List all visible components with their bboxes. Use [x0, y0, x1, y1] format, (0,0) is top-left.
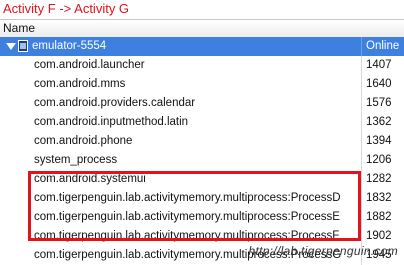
process-row[interactable]: com.android.mms 1640: [0, 75, 404, 94]
process-pid: 1394: [361, 132, 404, 151]
process-pid: 1407: [361, 56, 404, 75]
process-pid: 1206: [361, 151, 404, 170]
process-name: com.android.mms: [34, 78, 126, 90]
disclosure-triangle-icon[interactable]: [6, 43, 16, 50]
process-row[interactable]: com.android.providers.calendar 1576: [0, 94, 404, 113]
process-row[interactable]: com.android.launcher 1407: [0, 56, 404, 75]
process-row[interactable]: system_process 1206: [0, 151, 404, 170]
highlight-box: [28, 171, 361, 241]
process-name: com.android.launcher: [34, 59, 145, 71]
device-row[interactable]: emulator-5554 Online: [0, 37, 404, 56]
device-name: emulator-5554: [32, 40, 107, 52]
process-pid: 1362: [361, 113, 404, 132]
process-pid: 1282: [361, 170, 404, 189]
process-pid: 1640: [361, 75, 404, 94]
column-header-name[interactable]: Name: [3, 21, 35, 36]
device-icon: [18, 40, 28, 52]
process-pid: 1576: [361, 94, 404, 113]
process-name: com.android.inputmethod.latin: [34, 116, 189, 128]
process-name: com.android.providers.calendar: [34, 97, 196, 109]
column-header: Name: [0, 19, 404, 38]
device-status: Online: [361, 37, 404, 56]
process-row[interactable]: com.android.inputmethod.latin 1362: [0, 113, 404, 132]
process-pid: 1832: [361, 189, 404, 208]
process-name: com.android.phone: [34, 135, 133, 147]
process-row[interactable]: com.android.phone 1394: [0, 132, 404, 151]
process-pid: 1882: [361, 208, 404, 227]
process-name: system_process: [34, 154, 118, 166]
footer-url: http://lab.tigerpenguin.com: [248, 244, 398, 258]
page-title: Activity F -> Activity G: [3, 1, 130, 16]
